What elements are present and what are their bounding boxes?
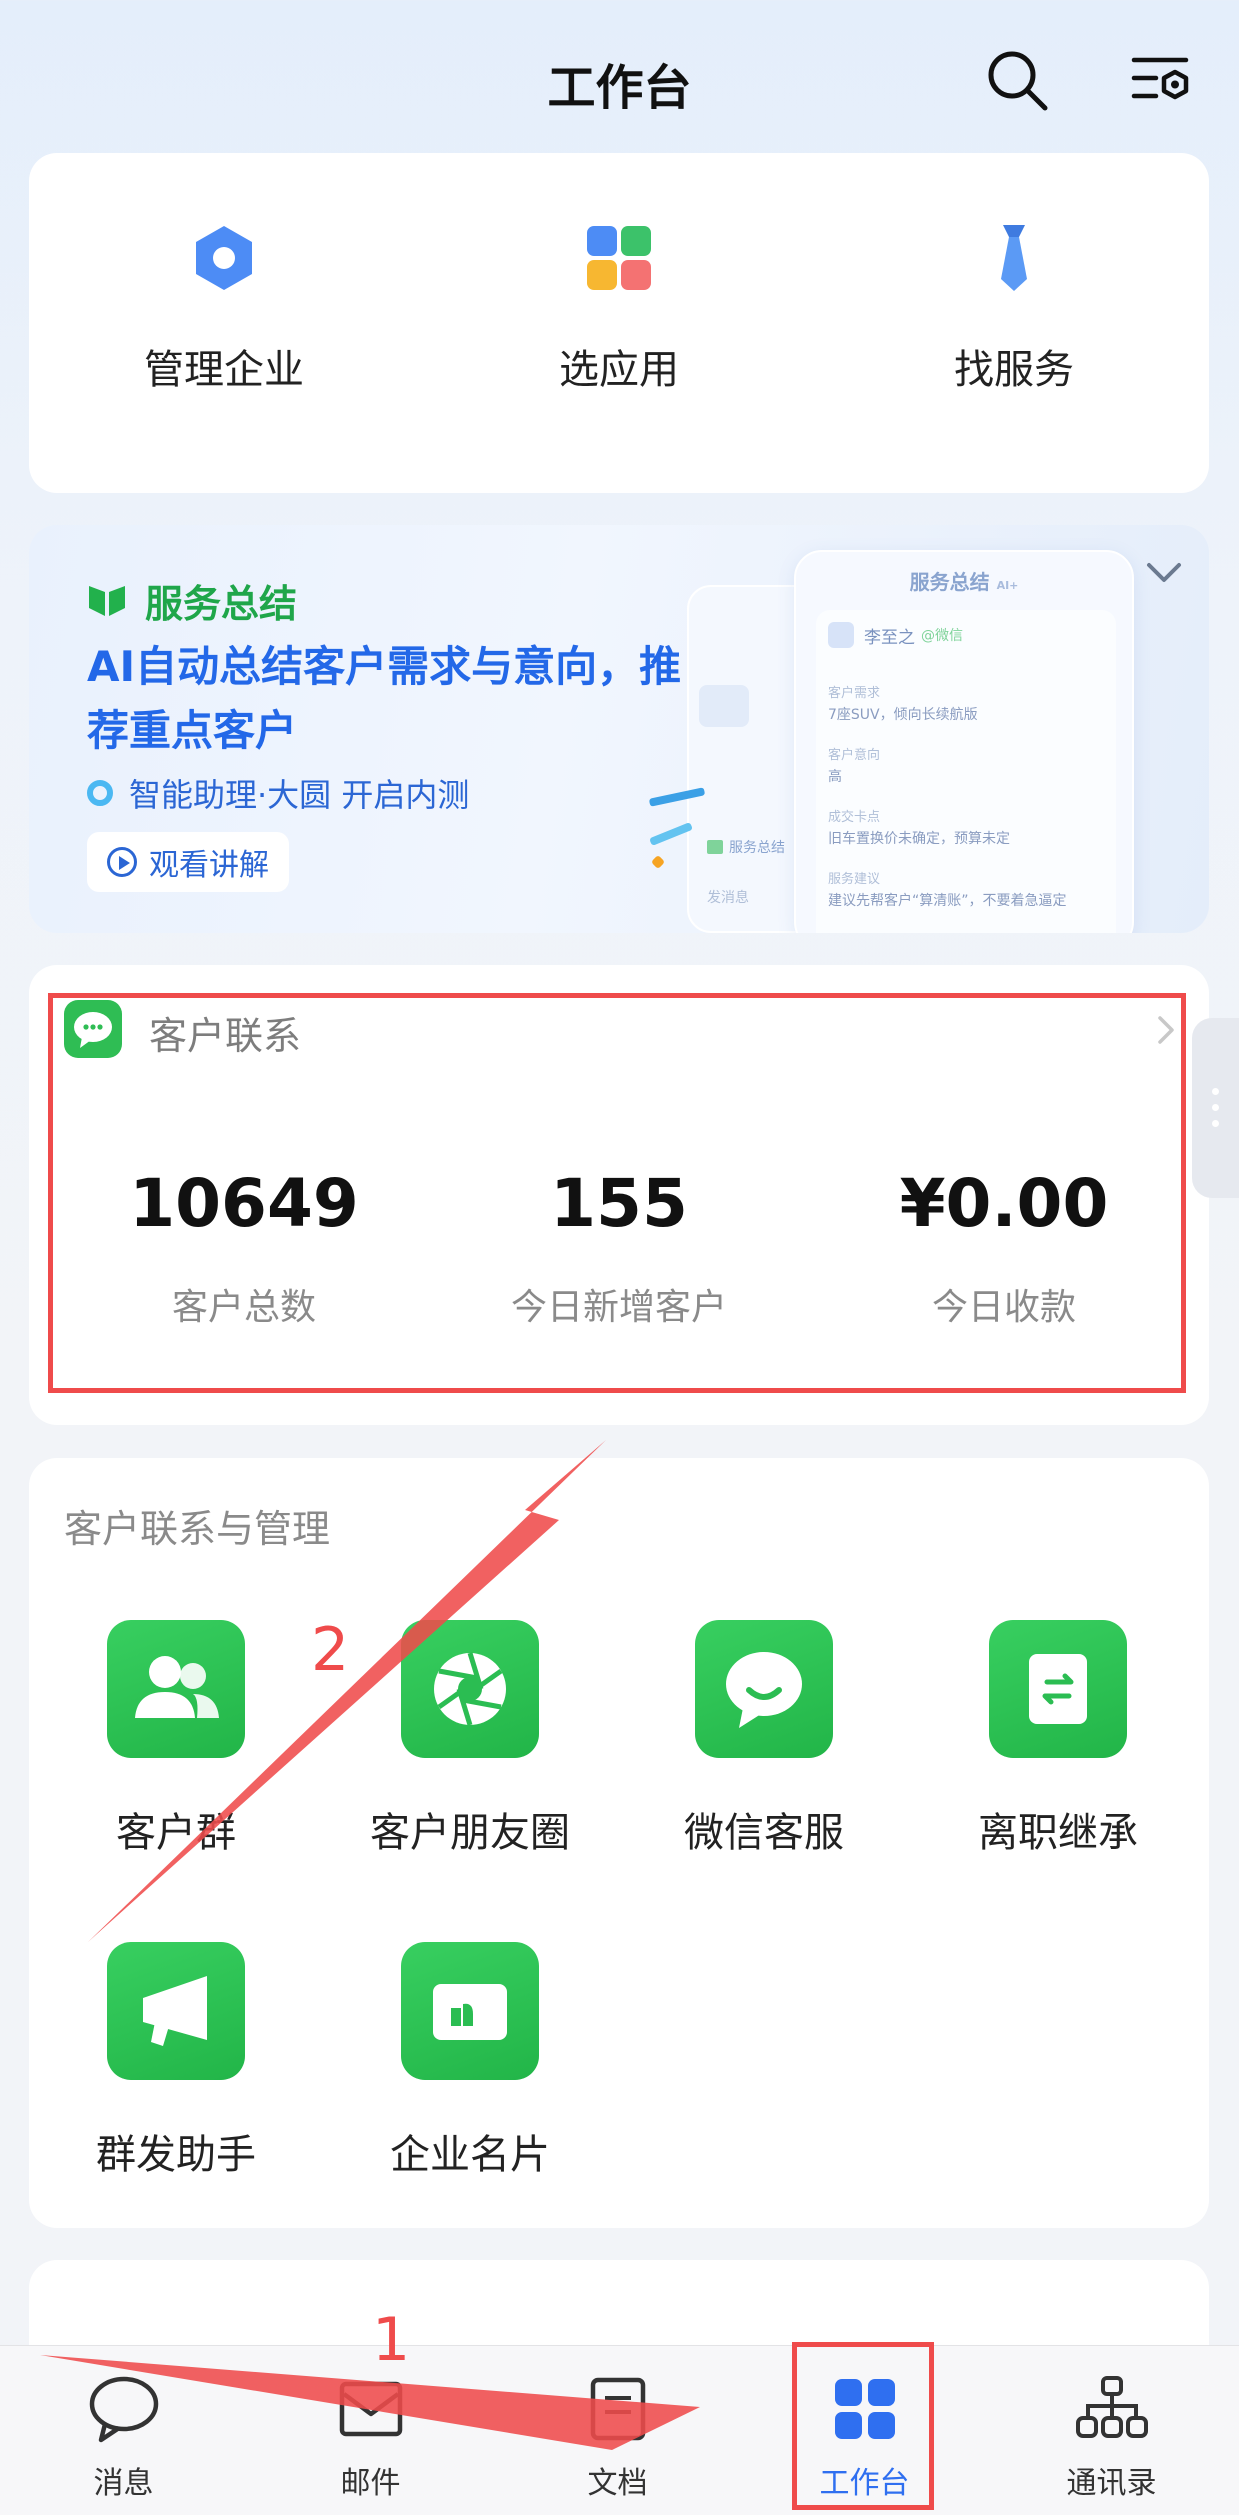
tool-label: 客户朋友圈 <box>370 1810 570 1856</box>
mockup-user: 李至之 @微信 <box>828 622 963 648</box>
mockup-field-value: 建议先帮客户“算清账”，不要着急逼定 <box>828 893 1067 909</box>
tool-label: 微信客服 <box>684 1810 844 1856</box>
tool-customer-moments[interactable]: 客户朋友圈 <box>345 1620 595 1858</box>
tab-contacts[interactable]: 通讯录 <box>988 2346 1235 2515</box>
tool-business-card[interactable]: 企业名片 <box>345 1942 595 2180</box>
tool-resignation-transfer[interactable]: 离职继承 <box>933 1620 1183 1858</box>
service-summary-banner[interactable]: 服务总结 发消息 服务总结 AI+ 李至之 @微信 客户需求 7座SUV，倾向长续… <box>29 525 1209 933</box>
mockup-summary-panel: 李至之 @微信 客户需求 7座SUV，倾向长续航版 客户意向 高 成交卡点 旧车置… <box>816 610 1116 933</box>
mockup-title: 服务总结 AI+ <box>909 570 1019 594</box>
org-chart-icon <box>1076 2376 1148 2438</box>
tab-documents[interactable]: 文档 <box>494 2346 741 2515</box>
annotation-highlight-stats <box>48 993 1186 1393</box>
chat-bubble-icon <box>695 1620 833 1758</box>
chat-icon <box>89 2376 159 2443</box>
banner-subtitle: 智能助理·大圆 开启内测 <box>87 770 469 816</box>
mail-icon <box>339 2381 403 2437</box>
quick-action-find-service[interactable]: 找服务 <box>854 223 1174 395</box>
banner-mockup-front: 服务总结 AI+ 李至之 @微信 客户需求 7座SUV，倾向长续航版 客户意向 高… <box>794 550 1134 933</box>
tool-label: 群发助手 <box>96 2132 256 2178</box>
top-header: 工作台 <box>0 0 1239 155</box>
tool-customer-group[interactable]: 客户群 <box>51 1620 301 1858</box>
bottom-tab-bar: 消息 邮件 文档 工作台 通讯录 <box>0 2345 1239 2515</box>
mockup-field-value: 高 <box>828 769 842 785</box>
tab-label: 消息 <box>93 2466 154 2501</box>
section-title: 客户联系与管理 <box>64 1507 331 1551</box>
annotation-step-1: 1 <box>372 2305 411 2375</box>
mockup-field-label: 成交卡点 <box>828 810 881 825</box>
tool-wechat-service[interactable]: 微信客服 <box>639 1620 889 1858</box>
mockup-service-tag: 服务总结 <box>707 837 785 857</box>
quick-actions-card: 管理企业 选应用 找服务 <box>29 153 1209 493</box>
megaphone-icon <box>107 1942 245 2080</box>
search-icon[interactable] <box>985 48 1049 112</box>
tie-icon <box>1001 225 1027 291</box>
tab-mail[interactable]: 邮件 <box>247 2346 494 2515</box>
quick-action-choose-app[interactable]: 选应用 <box>459 223 779 395</box>
mockup-field-label: 服务建议 <box>828 872 881 887</box>
customer-group-icon <box>107 1620 245 1758</box>
moments-shutter-icon <box>401 1620 539 1758</box>
mockup-field-value: 旧车置换价未确定，预算未定 <box>828 831 1010 847</box>
tool-label: 离职继承 <box>978 1810 1138 1856</box>
business-card-icon <box>401 1942 539 2080</box>
annotation-step-2: 2 <box>311 1615 350 1685</box>
tab-label: 邮件 <box>340 2466 401 2501</box>
tab-messages[interactable]: 消息 <box>0 2346 247 2515</box>
banner-brand: 服务总结 <box>87 573 297 628</box>
mockup-field-value: 7座SUV，倾向长续航版 <box>828 707 978 723</box>
workbench-settings-icon[interactable] <box>1130 50 1192 110</box>
assistant-ring-icon <box>87 780 113 806</box>
tool-label: 企业名片 <box>390 2132 550 2178</box>
hexagon-icon <box>196 226 252 290</box>
page-title: 工作台 <box>547 60 692 116</box>
mockup-send-label: 发消息 <box>707 890 749 906</box>
document-icon <box>590 2377 646 2441</box>
quick-action-manage-enterprise[interactable]: 管理企业 <box>64 223 384 395</box>
tab-label: 通讯录 <box>1066 2466 1157 2501</box>
mockup-field-label: 客户意向 <box>828 748 881 763</box>
quick-action-label: 选应用 <box>559 347 679 393</box>
tool-label: 客户群 <box>116 1810 236 1856</box>
banner-headline: AI自动总结客户需求与意向，推荐重点客户 <box>87 642 682 755</box>
annotation-highlight-workbench-tab <box>792 2342 934 2510</box>
floating-side-handle[interactable] <box>1192 1018 1239 1198</box>
quick-action-label: 管理企业 <box>144 347 304 393</box>
tool-mass-messaging[interactable]: 群发助手 <box>51 1942 301 2180</box>
watch-explanation-button[interactable]: 观看讲解 <box>87 832 289 892</box>
tab-label: 文档 <box>587 2466 648 2501</box>
transfer-icon <box>989 1620 1127 1758</box>
decor-spark <box>650 854 666 870</box>
mockup-field-label: 客户需求 <box>828 686 881 701</box>
play-icon <box>107 847 137 877</box>
chevron-down-icon[interactable] <box>1139 553 1189 593</box>
apps-grid-icon <box>587 226 651 290</box>
quick-action-label: 找服务 <box>954 347 1074 393</box>
butterfly-logo-icon <box>89 585 125 616</box>
customer-management-card: 客户联系与管理 客户群 客户朋友圈 微信客服 离职继承 群发助手 企业名片 <box>29 1458 1209 2228</box>
